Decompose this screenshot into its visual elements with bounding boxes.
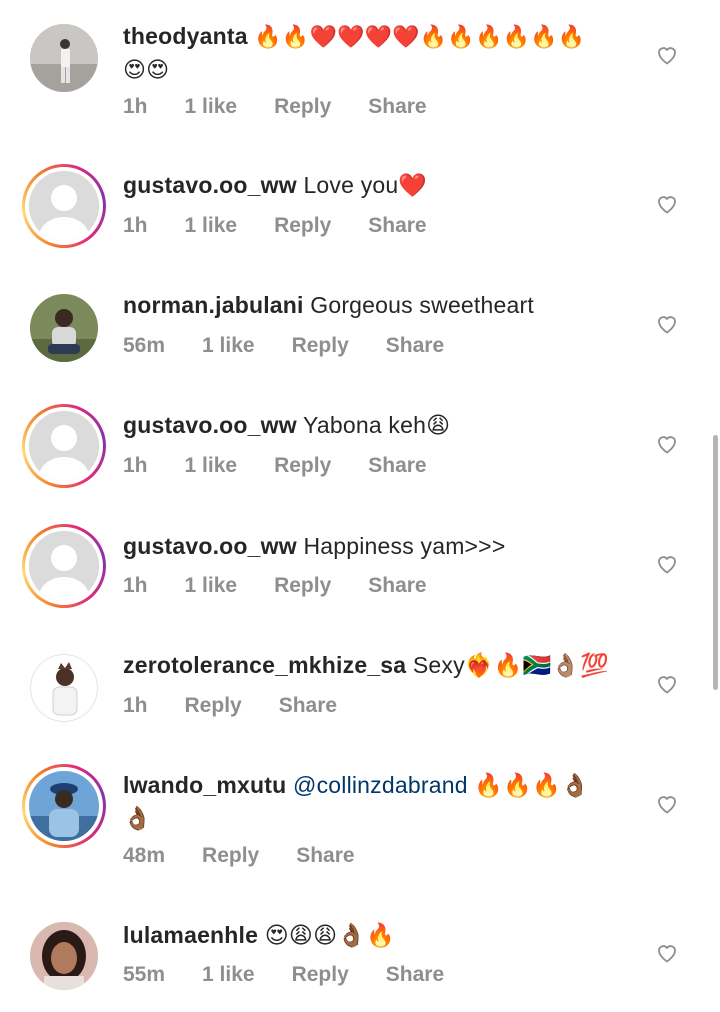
- avatar-ring-gap: [25, 407, 103, 485]
- avatar[interactable]: [30, 294, 98, 362]
- profile-photo: [30, 654, 98, 722]
- comment-time: 1h: [123, 95, 148, 118]
- comment-body: Sexy❤️‍🔥🔥🇿🇦👌🏽💯: [412, 652, 610, 678]
- comment-actions: 1h Reply Share: [123, 694, 374, 718]
- comment-time: 55m: [123, 963, 166, 986]
- comment-username[interactable]: theodyanta: [123, 23, 248, 49]
- comment-time: 56m: [123, 334, 166, 357]
- share-button[interactable]: Share: [368, 454, 426, 478]
- likes-count[interactable]: 1 like: [202, 963, 255, 987]
- comment-text: gustavo.oo_ww Happiness yam>>>: [123, 531, 633, 562]
- comment-username[interactable]: lwando_mxutu: [123, 772, 286, 798]
- heart-outline-icon[interactable]: [655, 43, 679, 67]
- heart-outline-icon[interactable]: [655, 432, 679, 456]
- reply-button[interactable]: Reply: [292, 334, 349, 358]
- avatar-ring-gap: [25, 767, 103, 845]
- heart-outline-icon[interactable]: [655, 672, 679, 696]
- share-button[interactable]: Share: [296, 844, 354, 868]
- comment-time: 1h: [123, 574, 148, 597]
- comment-text-continued: 😍😍: [123, 54, 633, 86]
- reply-button[interactable]: Reply: [274, 454, 331, 478]
- avatar-story-ring[interactable]: [22, 524, 106, 608]
- comment-body: 🔥🔥🔥👌🏾: [474, 772, 590, 798]
- share-button[interactable]: Share: [279, 694, 337, 718]
- heart-outline-icon[interactable]: [655, 192, 679, 216]
- avatar-ring-gap: [25, 167, 103, 245]
- heart-outline-icon[interactable]: [655, 552, 679, 576]
- comment-text: lulamaenhle 😍😩😩👌🏾🔥: [123, 920, 633, 951]
- comment-username[interactable]: gustavo.oo_ww: [123, 172, 297, 198]
- scrollbar[interactable]: [713, 435, 718, 690]
- profile-photo: [30, 294, 98, 362]
- comment-body: Yabona keh😩: [303, 412, 451, 438]
- share-button[interactable]: Share: [386, 334, 444, 358]
- profile-photo: [29, 771, 99, 841]
- comment-body-line2: 👌🏾: [123, 805, 152, 831]
- default-avatar: [29, 531, 99, 601]
- avatar[interactable]: [30, 922, 98, 990]
- reply-button[interactable]: Reply: [274, 95, 331, 119]
- likes-count[interactable]: 1 like: [185, 574, 238, 598]
- comment-body-line2: 😍😍: [123, 58, 170, 83]
- avatar-story-ring[interactable]: [22, 404, 106, 488]
- comment-body: Happiness yam>>>: [303, 533, 506, 559]
- comment-time: 1h: [123, 214, 148, 237]
- share-button[interactable]: Share: [386, 963, 444, 987]
- comment-username[interactable]: gustavo.oo_ww: [123, 412, 297, 438]
- comment-text: gustavo.oo_ww Yabona keh😩: [123, 410, 633, 441]
- comment-username[interactable]: gustavo.oo_ww: [123, 533, 297, 559]
- comment-actions: 56m 1 like Reply Share: [123, 334, 481, 358]
- share-button[interactable]: Share: [368, 574, 426, 598]
- reply-button[interactable]: Reply: [202, 844, 259, 868]
- comment-text: lwando_mxutu @collinzdabrand 🔥🔥🔥👌🏾: [123, 770, 633, 801]
- comment-username[interactable]: lulamaenhle: [123, 922, 258, 948]
- avatar-story-ring[interactable]: [22, 764, 106, 848]
- comment-actions: 1h 1 like Reply Share: [123, 214, 464, 238]
- reply-button[interactable]: Reply: [274, 214, 331, 238]
- profile-photo: [30, 24, 98, 92]
- profile-photo: [30, 922, 98, 990]
- heart-outline-icon[interactable]: [655, 312, 679, 336]
- reply-button[interactable]: Reply: [274, 574, 331, 598]
- avatar[interactable]: [30, 24, 98, 92]
- comment-actions: 48m Reply Share: [123, 844, 392, 868]
- default-avatar: [29, 171, 99, 241]
- comment-time: 1h: [123, 694, 148, 717]
- comment-text: zerotolerance_mkhize_sa Sexy❤️‍🔥🔥🇿🇦👌🏽💯: [123, 650, 633, 681]
- comment-actions: 1h 1 like Reply Share: [123, 95, 464, 119]
- heart-outline-icon[interactable]: [655, 941, 679, 965]
- reply-button[interactable]: Reply: [292, 963, 349, 987]
- comment-text: norman.jabulani Gorgeous sweetheart: [123, 290, 633, 321]
- comment-actions: 55m 1 like Reply Share: [123, 963, 481, 987]
- comment-body: Gorgeous sweetheart: [310, 292, 534, 318]
- comment-text: gustavo.oo_ww Love you❤️: [123, 170, 633, 201]
- comment-username[interactable]: zerotolerance_mkhize_sa: [123, 652, 406, 678]
- comment-time: 48m: [123, 844, 166, 867]
- share-button[interactable]: Share: [368, 214, 426, 238]
- heart-outline-icon[interactable]: [655, 792, 679, 816]
- comment-username[interactable]: norman.jabulani: [123, 292, 304, 318]
- comment-body: 😍😩😩👌🏾🔥: [264, 922, 395, 948]
- comment-body: 🔥🔥❤️❤️❤️❤️🔥🔥🔥🔥🔥🔥: [254, 25, 586, 50]
- mention-link[interactable]: @collinzdabrand: [293, 772, 468, 798]
- comment-text: theodyanta 🔥🔥❤️❤️❤️❤️🔥🔥🔥🔥🔥🔥: [123, 21, 633, 53]
- likes-count[interactable]: 1 like: [202, 334, 255, 358]
- comment-actions: 1h 1 like Reply Share: [123, 574, 464, 598]
- comment-actions: 1h 1 like Reply Share: [123, 454, 464, 478]
- comment-text-continued: 👌🏾: [123, 803, 633, 834]
- share-button[interactable]: Share: [368, 95, 426, 119]
- reply-button[interactable]: Reply: [185, 694, 242, 718]
- avatar[interactable]: [30, 654, 98, 722]
- likes-count[interactable]: 1 like: [185, 454, 238, 478]
- comment-time: 1h: [123, 454, 148, 477]
- default-avatar: [29, 411, 99, 481]
- avatar-ring-gap: [25, 527, 103, 605]
- likes-count[interactable]: 1 like: [185, 95, 238, 119]
- avatar-story-ring[interactable]: [22, 164, 106, 248]
- comment-body: Love you❤️: [303, 172, 428, 198]
- likes-count[interactable]: 1 like: [185, 214, 238, 238]
